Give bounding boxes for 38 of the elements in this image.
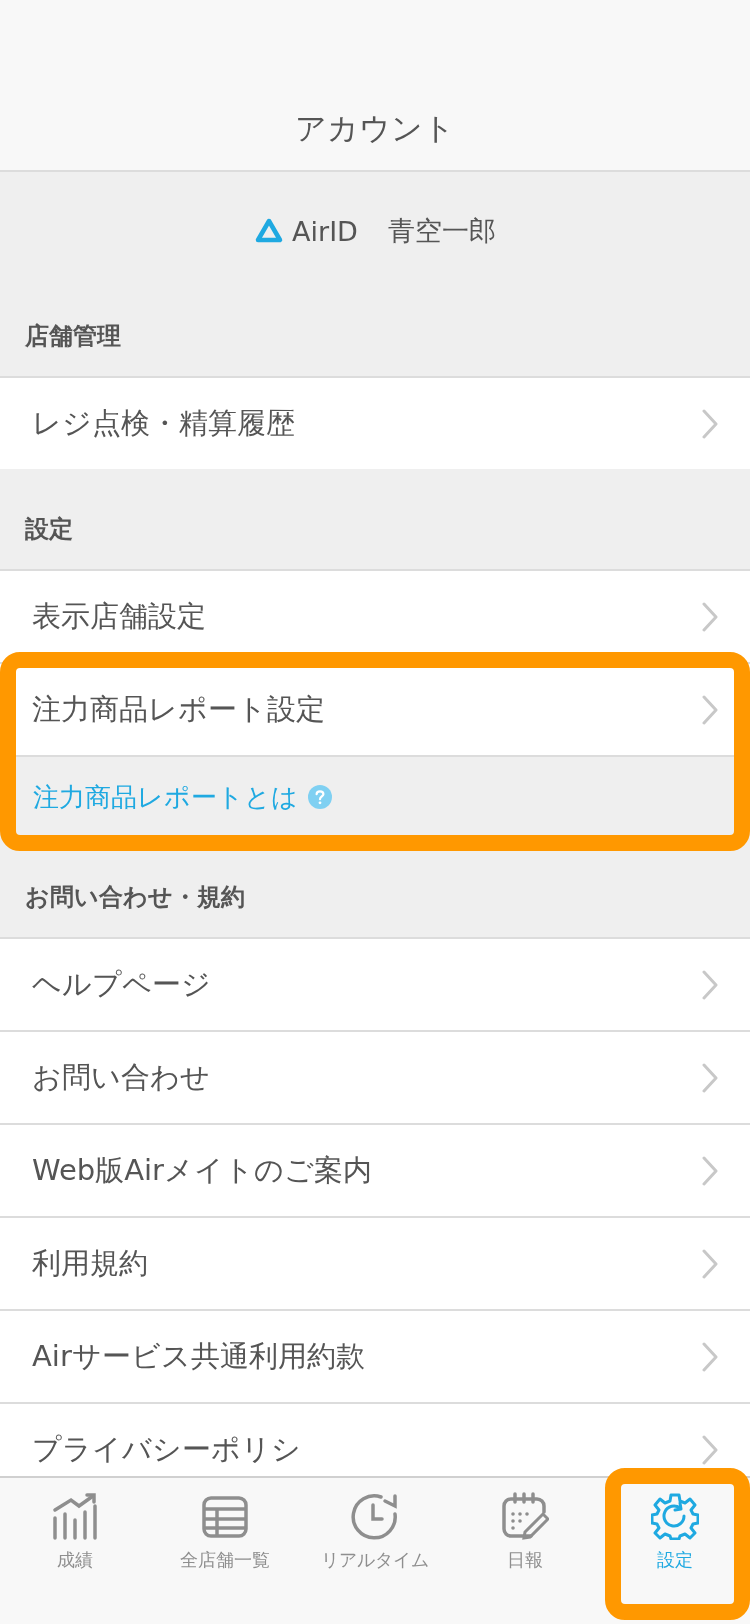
section-heading: 店舗管理 — [24, 321, 122, 352]
calendar-icon — [501, 1492, 549, 1540]
page-title: アカウント — [295, 109, 455, 148]
section-heading: 設定 — [24, 514, 74, 545]
chevron-icon — [702, 694, 718, 725]
menu-item-label: 注力商品レポート設定 — [32, 690, 325, 728]
account-label: AirID — [292, 215, 358, 247]
menu-item-label: Web版Airメイトのご案内 — [32, 1151, 373, 1189]
menu-item[interactable]: ヘルプページ — [0, 937, 750, 1030]
chevron-icon — [702, 408, 718, 439]
menu-item[interactable]: お問い合わせ — [0, 1030, 750, 1123]
chevron-icon — [702, 1062, 718, 1093]
menu-item[interactable]: レジ点検・精算履歴 — [0, 376, 750, 469]
settings-icon — [651, 1492, 699, 1540]
menu-item[interactable]: Web版Airメイトのご案内 — [0, 1123, 750, 1216]
section-heading: お問い合わせ・規約 — [24, 882, 246, 913]
chevron-icon — [702, 1341, 718, 1372]
chevron-icon — [702, 1155, 718, 1186]
chevron-icon — [702, 601, 718, 632]
menu-item-label: 利用規約 — [32, 1244, 148, 1282]
menu-item[interactable]: 注力商品レポート設定 — [0, 662, 750, 755]
menu-item[interactable]: プライバシーポリシ — [0, 1402, 750, 1476]
menu-item[interactable]: 利用規約 — [0, 1216, 750, 1309]
menu-item-label: プライバシーポリシ — [32, 1430, 301, 1468]
menu-item-label: Airサービス共通利用約款 — [32, 1337, 365, 1375]
menu-item-label: お問い合わせ — [32, 1058, 210, 1096]
chevron-icon — [702, 1434, 718, 1465]
menu-item-label: 表示店舗設定 — [32, 597, 206, 635]
chevron-icon — [702, 969, 718, 1000]
account-name: 青空一郎 — [387, 214, 496, 248]
menu-item-label: ヘルプページ — [32, 965, 211, 1003]
menu-item-label: レジ点検・精算履歴 — [32, 404, 295, 442]
clock-icon — [351, 1492, 399, 1540]
chevron-icon — [702, 1248, 718, 1279]
triangle-icon — [254, 217, 285, 245]
bar-chart-icon — [51, 1492, 99, 1540]
question-icon — [308, 785, 332, 809]
menu-item[interactable]: Airサービス共通利用約款 — [0, 1309, 750, 1402]
